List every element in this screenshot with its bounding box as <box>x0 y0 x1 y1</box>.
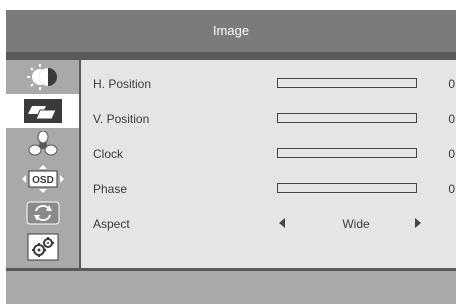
right-arrow-icon[interactable] <box>415 218 421 228</box>
title-divider <box>6 52 456 60</box>
category-sidebar: OSD <box>6 60 81 268</box>
menu-item-label: V. Position <box>93 112 150 126</box>
menu-item-value: 0 <box>448 112 455 126</box>
menu-item-aspect[interactable]: Aspect Wide <box>81 209 456 239</box>
phase-slider[interactable] <box>277 183 417 193</box>
sidebar-item-settings[interactable] <box>6 230 79 264</box>
menu-item-h-position[interactable]: H. Position 0 <box>81 69 456 99</box>
menu-item-value: 0 <box>448 182 455 196</box>
aspect-selected-value: Wide <box>342 217 370 231</box>
menu-item-phase[interactable]: Phase 0 <box>81 174 456 204</box>
osd-icon-label: OSD <box>32 175 54 186</box>
status-bar <box>6 268 456 304</box>
sidebar-item-brightness-contrast[interactable] <box>6 60 79 94</box>
menu-item-label: H. Position <box>93 77 152 91</box>
reset-icon <box>18 199 68 227</box>
settings-gears-icon <box>18 233 68 261</box>
osd-setup-icon: OSD <box>18 165 68 193</box>
menu-item-value: 0 <box>448 147 455 161</box>
menu-title: Image <box>212 23 250 38</box>
clock-slider[interactable] <box>277 148 417 158</box>
menu-item-v-position[interactable]: V. Position 0 <box>81 104 456 134</box>
title-bar: Image <box>6 10 456 52</box>
osd-menu: Image OSD H. Position 0 V. Position 0 Cl… <box>6 10 456 304</box>
menu-item-label: Aspect <box>93 217 130 231</box>
menu-item-value: 0 <box>448 77 455 91</box>
left-arrow-icon[interactable] <box>279 218 285 228</box>
menu-item-label: Clock <box>93 147 124 161</box>
h-position-slider[interactable] <box>277 78 417 88</box>
sidebar-item-osd[interactable]: OSD <box>6 162 79 196</box>
image-setup-icon <box>18 97 68 125</box>
color-balance-icon <box>18 131 68 159</box>
sidebar-item-color[interactable] <box>6 128 79 162</box>
sidebar-item-image[interactable] <box>6 94 79 128</box>
menu-item-label: Phase <box>93 182 128 196</box>
v-position-slider[interactable] <box>277 113 417 123</box>
brightness-contrast-icon <box>18 63 68 91</box>
sidebar-item-reset[interactable] <box>6 196 79 230</box>
menu-item-clock[interactable]: Clock 0 <box>81 139 456 169</box>
menu-content: H. Position 0 V. Position 0 Clock 0 Phas… <box>81 60 456 268</box>
